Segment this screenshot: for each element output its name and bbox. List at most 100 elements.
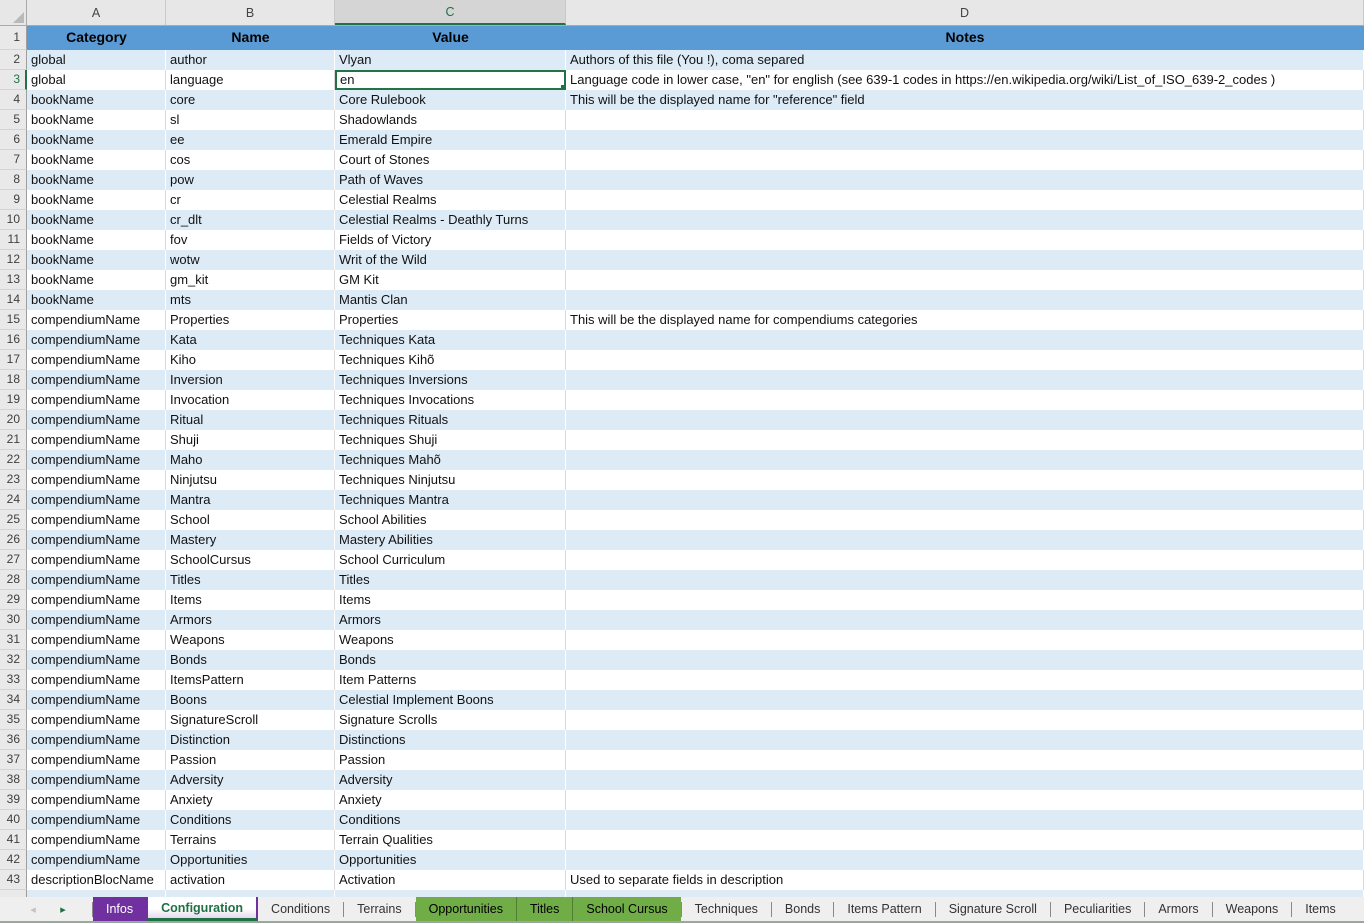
cell-value[interactable]: Techniques Kata (335, 330, 566, 350)
cell-value[interactable]: Opportunities (335, 850, 566, 870)
row-number[interactable]: 20 (0, 410, 27, 430)
cell-notes[interactable] (566, 170, 1364, 190)
row-number[interactable]: 42 (0, 850, 27, 870)
cell-name[interactable]: Terrains (166, 830, 335, 850)
row-number[interactable]: 3 (0, 70, 27, 90)
cell-notes[interactable] (566, 250, 1364, 270)
row-number[interactable]: 38 (0, 770, 27, 790)
row-number[interactable]: 35 (0, 710, 27, 730)
sheet-tab-configuration[interactable]: Configuration (146, 897, 258, 921)
cell-category[interactable]: compendiumName (27, 610, 166, 630)
cell-value[interactable]: Path of Waves (335, 170, 566, 190)
cell-notes[interactable] (566, 410, 1364, 430)
cell-notes[interactable] (566, 470, 1364, 490)
cell-category[interactable]: bookName (27, 230, 166, 250)
sheet-tab-techniques[interactable]: Techniques (682, 897, 771, 921)
cell-notes[interactable]: Used to separate fields in description (566, 870, 1364, 890)
row-number[interactable]: 39 (0, 790, 27, 810)
cell-category[interactable]: compendiumName (27, 330, 166, 350)
cell-value[interactable]: Signature Scrolls (335, 710, 566, 730)
sheet-tab-terrains[interactable]: Terrains (344, 897, 414, 921)
cell-name[interactable]: School (166, 510, 335, 530)
sheet-tab-conditions[interactable]: Conditions (258, 897, 343, 921)
sheet-tab-peculiarities[interactable]: Peculiarities (1051, 897, 1144, 921)
cell-category[interactable]: compendiumName (27, 810, 166, 830)
cell-name[interactable]: Anxiety (166, 790, 335, 810)
cell-name[interactable]: SignatureScroll (166, 710, 335, 730)
cell-name[interactable]: core (166, 90, 335, 110)
cell-name[interactable]: author (166, 50, 335, 70)
cell-category[interactable]: compendiumName (27, 550, 166, 570)
cell-value[interactable]: Conditions (335, 810, 566, 830)
sheet-nav-left-icon[interactable]: ◂ (18, 897, 48, 921)
cell-value[interactable]: Techniques Mantra (335, 490, 566, 510)
cell-value[interactable]: Mastery Abilities (335, 530, 566, 550)
column-header-c-selected[interactable]: C (335, 0, 566, 25)
cell-notes[interactable] (566, 210, 1364, 230)
cell-category[interactable]: compendiumName (27, 410, 166, 430)
row-number[interactable]: 43 (0, 870, 27, 890)
cell-category[interactable]: bookName (27, 110, 166, 130)
cell-notes[interactable] (566, 350, 1364, 370)
cell-name[interactable]: Invocation (166, 390, 335, 410)
cell-name[interactable]: wotw (166, 250, 335, 270)
row-number[interactable]: 36 (0, 730, 27, 750)
cell-name[interactable]: Conditions (166, 810, 335, 830)
cell-notes[interactable] (566, 830, 1364, 850)
cell-category[interactable]: bookName (27, 170, 166, 190)
cell-value[interactable]: Titles (335, 570, 566, 590)
cell-name[interactable]: Opportunities (166, 850, 335, 870)
cell-name[interactable]: Adversity (166, 770, 335, 790)
cell-notes[interactable] (566, 130, 1364, 150)
cell-notes[interactable] (566, 390, 1364, 410)
cell-notes[interactable]: This will be the displayed name for "ref… (566, 90, 1364, 110)
cell-value[interactable]: Armors (335, 610, 566, 630)
cell-category[interactable]: bookName (27, 130, 166, 150)
cell-notes[interactable] (566, 370, 1364, 390)
select-all-corner[interactable] (0, 0, 27, 25)
row-number[interactable]: 40 (0, 810, 27, 830)
row-number[interactable]: 16 (0, 330, 27, 350)
cell-notes[interactable] (566, 290, 1364, 310)
cell-category[interactable]: bookName (27, 270, 166, 290)
cell-name[interactable]: Bonds (166, 650, 335, 670)
cell-name[interactable]: Inversion (166, 370, 335, 390)
cell-name[interactable]: activation (166, 870, 335, 890)
sheet-tab-items[interactable]: Items (1292, 897, 1349, 921)
cell-name[interactable]: fov (166, 230, 335, 250)
cell-value[interactable]: Item Patterns (335, 670, 566, 690)
row-number[interactable]: 6 (0, 130, 27, 150)
cell-name[interactable]: ee (166, 130, 335, 150)
cell-value[interactable]: Anxiety (335, 790, 566, 810)
cell-notes[interactable] (566, 610, 1364, 630)
row-number[interactable]: 5 (0, 110, 27, 130)
row-number[interactable]: 27 (0, 550, 27, 570)
cell-name[interactable]: Titles (166, 570, 335, 590)
row-number[interactable]: 24 (0, 490, 27, 510)
row-number[interactable]: 8 (0, 170, 27, 190)
cell-notes[interactable] (566, 770, 1364, 790)
cell-value[interactable]: Techniques Mahõ (335, 450, 566, 470)
cell-value[interactable]: Techniques Rituals (335, 410, 566, 430)
cell-name[interactable]: Ninjutsu (166, 470, 335, 490)
cell-notes[interactable] (566, 670, 1364, 690)
cell-category[interactable]: compendiumName (27, 630, 166, 650)
cell-category[interactable]: compendiumName (27, 710, 166, 730)
cell-name[interactable]: Passion (166, 750, 335, 770)
cell-category[interactable]: compendiumName (27, 650, 166, 670)
cell-name[interactable]: Shuji (166, 430, 335, 450)
cell-notes[interactable] (566, 650, 1364, 670)
cell-name[interactable]: ItemsPattern (166, 670, 335, 690)
cell-category[interactable]: compendiumName (27, 690, 166, 710)
row-number[interactable]: 19 (0, 390, 27, 410)
cell[interactable] (166, 890, 335, 897)
row-number[interactable]: 15 (0, 310, 27, 330)
cell-name[interactable]: Weapons (166, 630, 335, 650)
cell-value[interactable]: Techniques Inversions (335, 370, 566, 390)
cell-notes[interactable] (566, 110, 1364, 130)
row-number[interactable]: 1 (0, 26, 27, 50)
row-number[interactable]: 21 (0, 430, 27, 450)
cell-category[interactable]: compendiumName (27, 850, 166, 870)
cell-name[interactable]: Items (166, 590, 335, 610)
cell-value[interactable]: Passion (335, 750, 566, 770)
